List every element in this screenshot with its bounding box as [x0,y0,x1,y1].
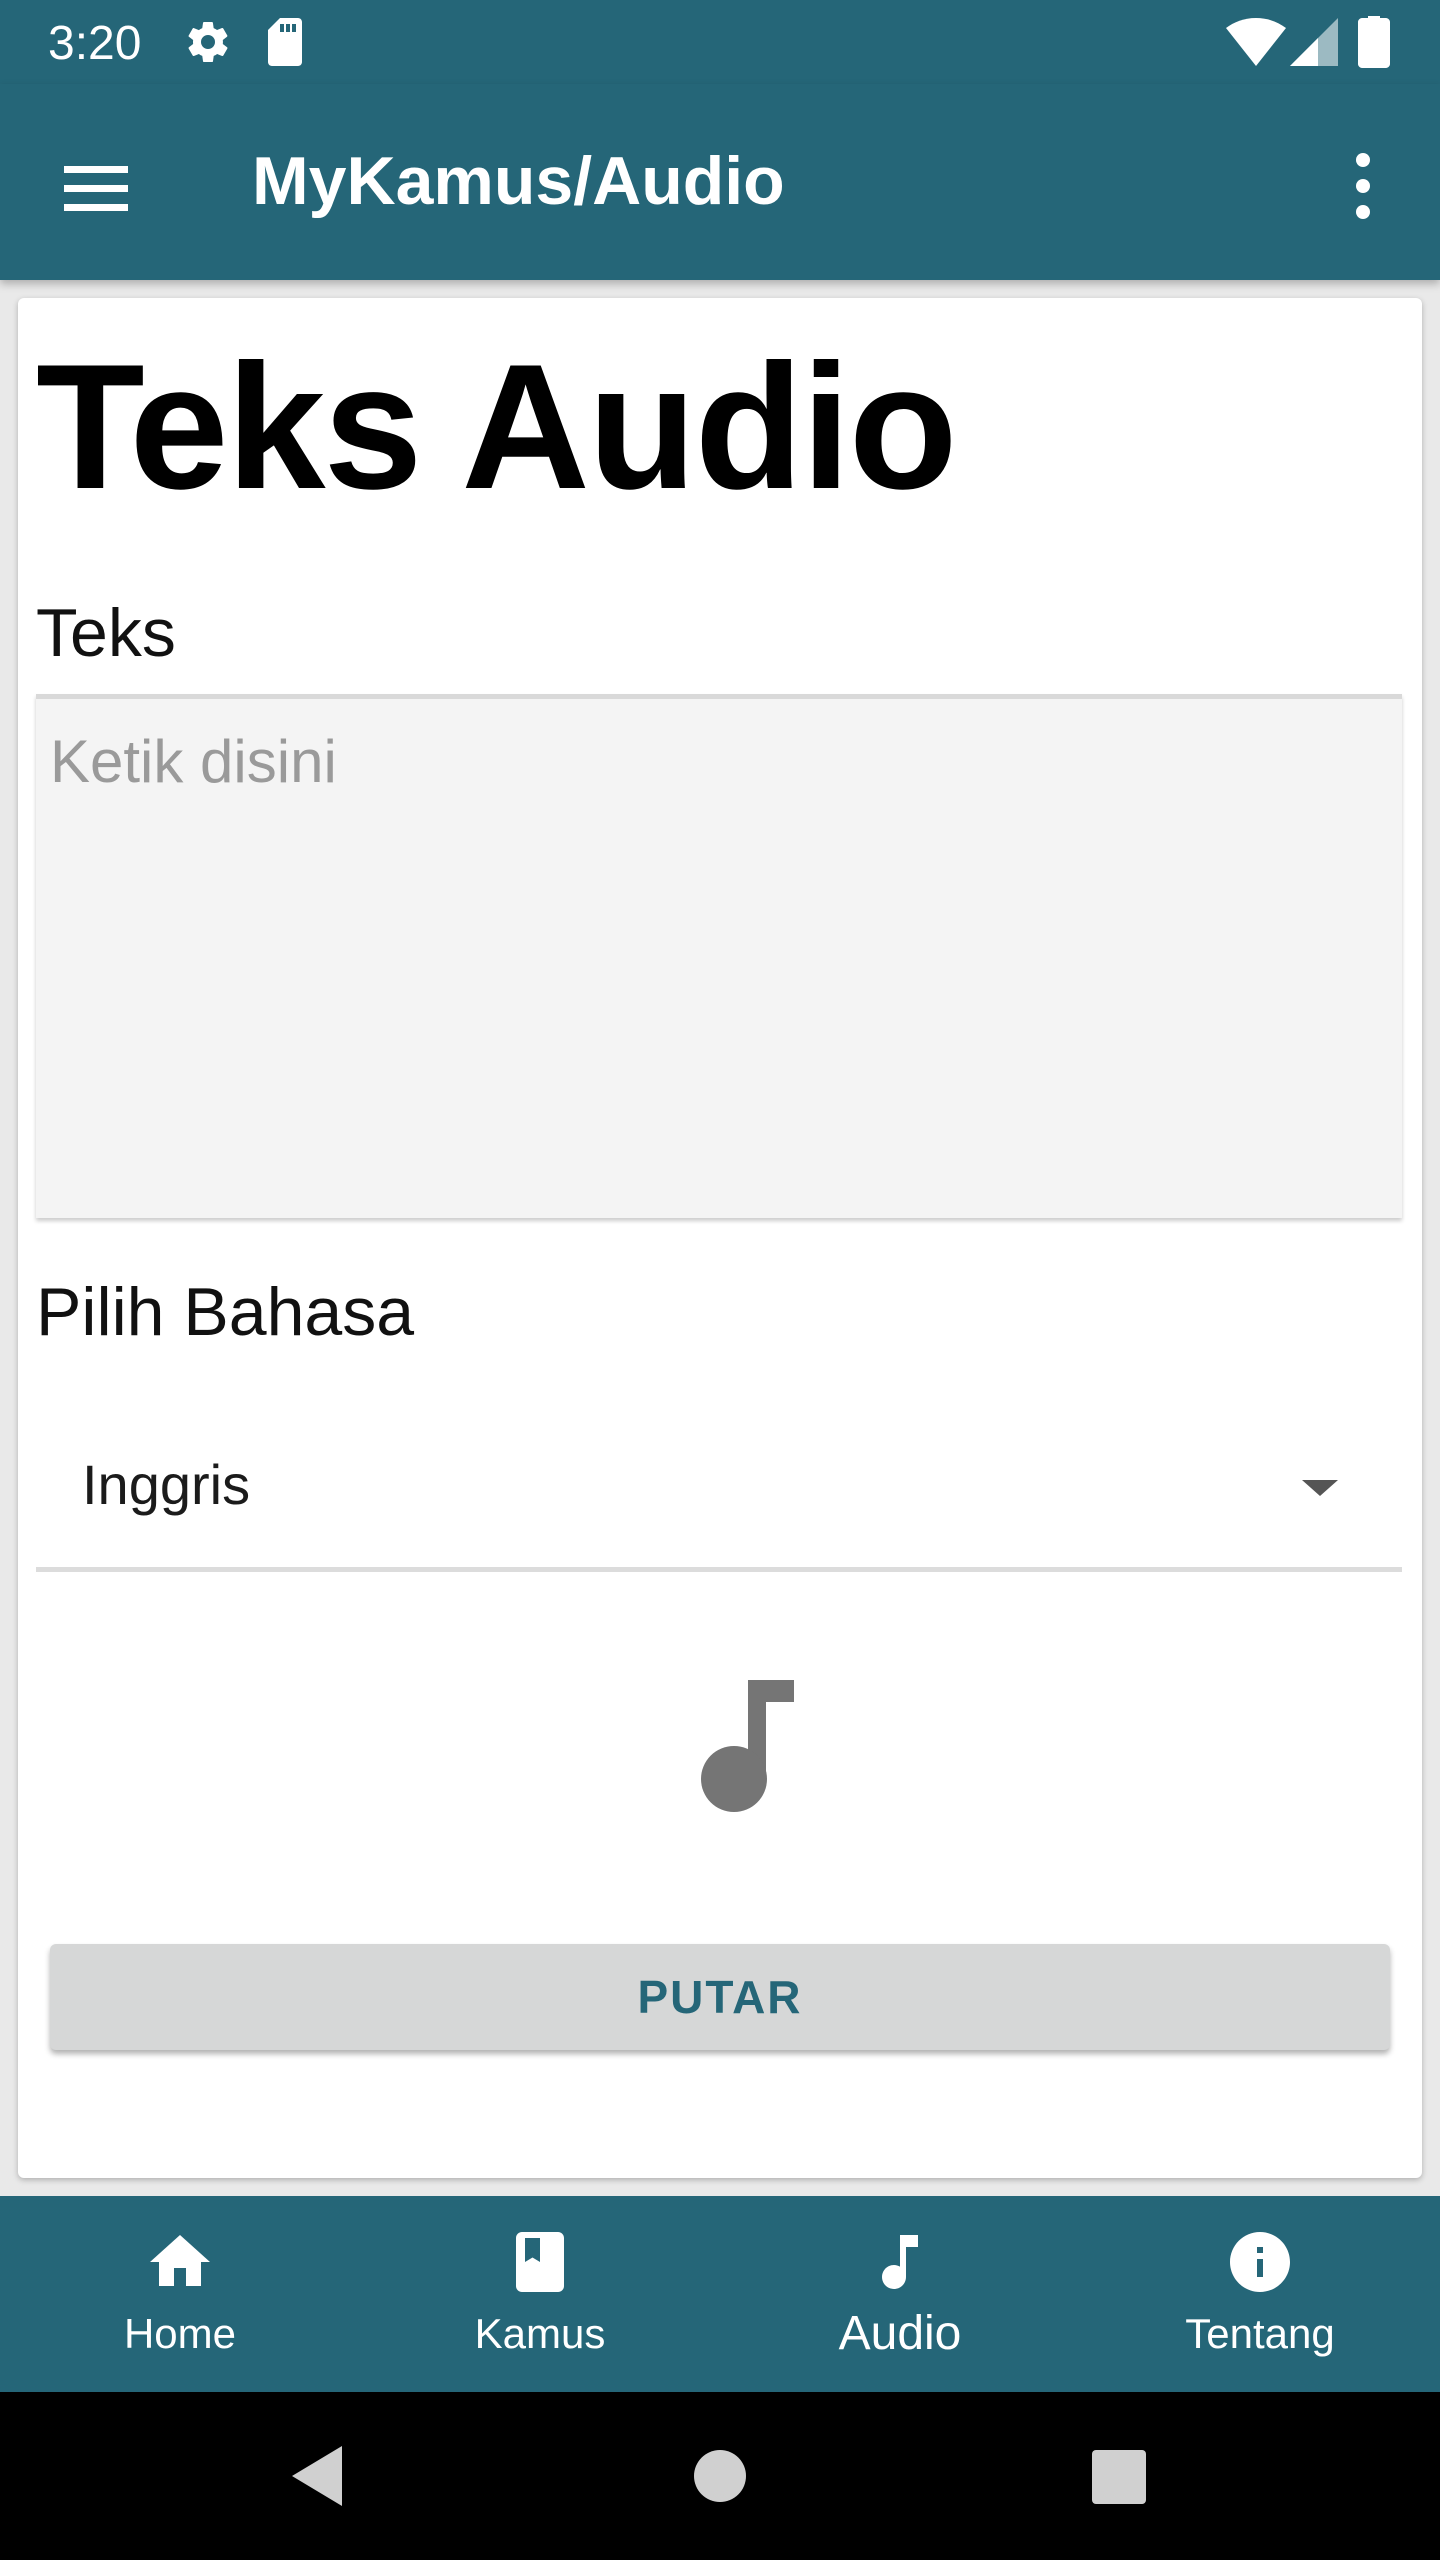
text-input-area[interactable]: Ketik disini [36,694,1402,1218]
system-navigation-bar [0,2392,1440,2560]
content-card: Teks Audio Teks Ketik disini Pilih Bahas… [18,298,1422,2178]
nav-item-tentang[interactable]: Tentang [1080,2196,1440,2392]
language-label: Pilih Bahasa [36,1274,415,1350]
language-dropdown[interactable]: Inggris [36,1410,1402,1572]
music-note-icon [882,2235,918,2289]
nav-item-home[interactable]: Home [0,2196,360,2392]
menu-button[interactable] [44,136,144,236]
back-icon[interactable] [280,2436,360,2516]
nav-item-audio[interactable]: Audio [720,2196,1080,2392]
page-heading: Teks Audio [36,327,958,526]
nav-label-kamus: Kamus [474,2310,606,2357]
text-input-placeholder: Ketik disini [50,728,337,795]
app-title: MyKamus/Audio [252,143,785,219]
recents-icon[interactable] [1078,2436,1158,2516]
hamburger-menu-icon [64,166,128,211]
status-time: 3:20 [48,17,142,70]
book-icon [516,2232,564,2292]
cellular-signal-icon [1290,18,1338,66]
nav-item-kamus[interactable]: Kamus [360,2196,720,2392]
home-icon [150,2235,210,2286]
music-note-icon [701,1680,794,1812]
app-bar: MyKamus/Audio [0,84,1440,280]
nav-label-audio: Audio [838,2307,962,2360]
settings-icon [188,22,228,63]
nav-label-tentang: Tentang [1185,2310,1335,2357]
home-circle-icon[interactable] [680,2436,760,2516]
nav-label-home: Home [123,2310,237,2357]
bottom-navigation: Home Kamus Audio Tentang [0,2196,1440,2392]
info-icon [1230,2232,1290,2292]
text-label: Teks [36,595,176,671]
language-selected-value: Inggris [82,1453,251,1516]
sd-card-icon [268,18,302,66]
overflow-menu-button[interactable] [1330,136,1400,236]
play-button[interactable]: PUTAR [50,1944,1390,2050]
dropdown-arrow-icon [1302,1480,1338,1496]
status-bar: 3:20 [0,0,1440,84]
wifi-icon [1226,18,1286,66]
battery-icon [1358,16,1390,68]
more-vert-icon [1356,153,1370,219]
